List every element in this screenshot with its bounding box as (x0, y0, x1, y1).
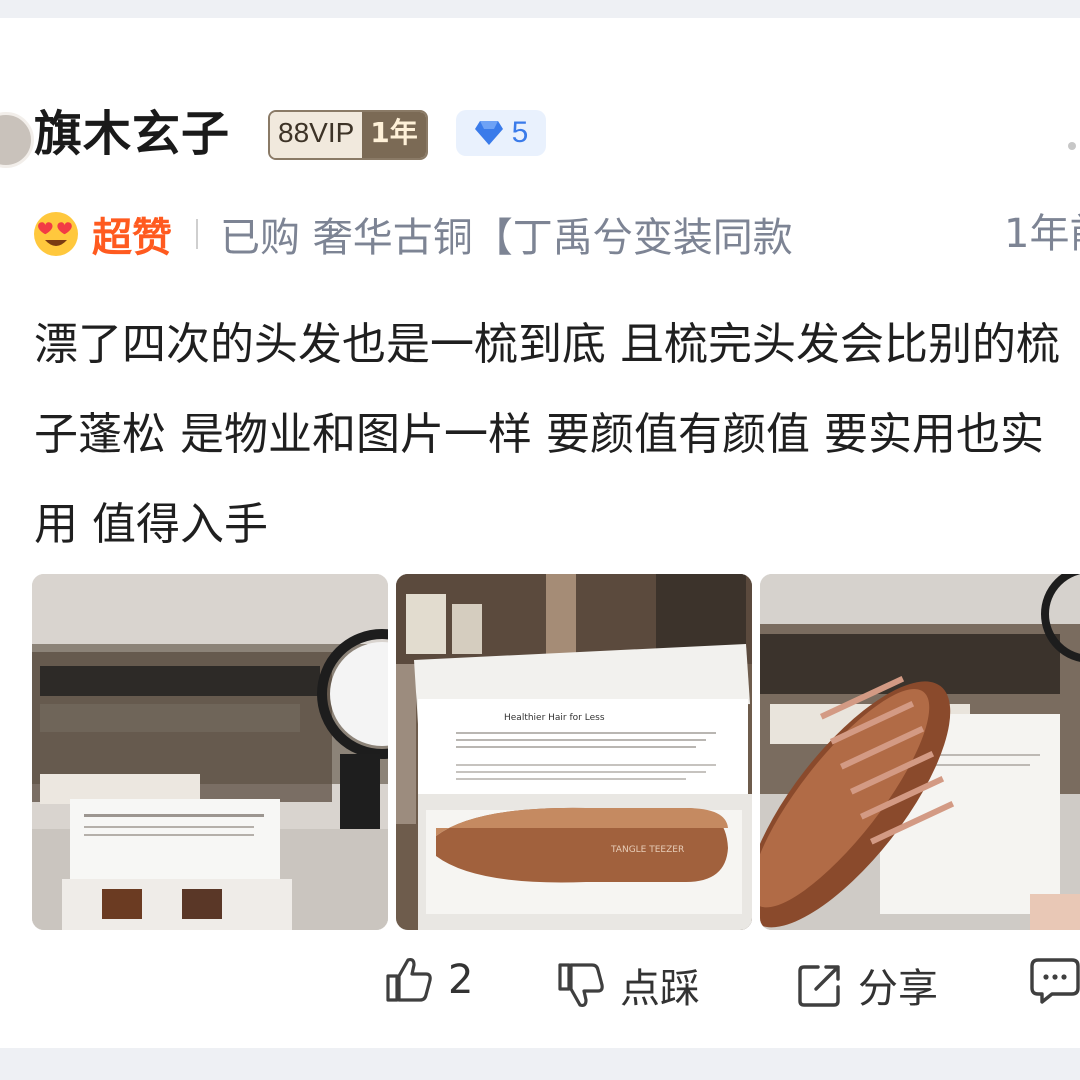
comment-button[interactable] (1030, 956, 1080, 1004)
like-count: 2 (448, 957, 474, 1003)
review-text: 漂了四次的头发也是一梳到底 且梳完头发会比别的梳子蓬松 是物业和图片一样 要颜值… (34, 319, 1060, 550)
vip-badge: 88VIP 1年 (268, 110, 428, 160)
photo-2-image: Healthier Hair for Less TANGLE TEEZER (396, 574, 752, 930)
review-meta: 超赞 已购 奢华古铜【丁禹兮变装同款 (32, 206, 1080, 262)
username[interactable]: 旗木玄子 (34, 104, 230, 164)
dislike-button[interactable]: 点踩 (556, 956, 700, 1014)
rating-label: 超赞 (92, 215, 172, 261)
dislike-label: 点踩 (620, 966, 700, 1012)
share-label: 分享 (858, 966, 938, 1012)
vip-label: 88VIP (270, 112, 363, 158)
share-button[interactable]: 分享 (796, 956, 938, 1014)
review-card: 旗木玄子 88VIP 1年 5 超赞 已购 奢华古铜【丁禹兮变装同款 1年前 漂… (0, 18, 1080, 1048)
thumbs-down-icon (558, 963, 604, 1008)
action-bar: 2 点踩 分享 (0, 956, 1080, 1016)
diamond-icon (474, 121, 503, 145)
review-photo-3[interactable] (760, 574, 1080, 930)
photo-1-image (32, 574, 388, 930)
divider (196, 219, 198, 249)
level-badge: 5 (456, 110, 546, 156)
review-time: 1年前 (1004, 211, 1080, 257)
purchase-info[interactable]: 已购 奢华古铜【丁禹兮变装同款 (220, 205, 793, 263)
photo-3-image (760, 574, 1080, 930)
avatar[interactable] (0, 112, 34, 168)
box-title: Healthier Hair for Less (504, 713, 605, 723)
vip-years: 1年 (362, 112, 426, 158)
brand-text: TANGLE TEEZER (610, 845, 684, 855)
review-photo-2[interactable]: Healthier Hair for Less TANGLE TEEZER (396, 574, 752, 930)
review-photo-1[interactable] (32, 574, 388, 930)
share-icon (798, 965, 840, 1007)
heart-eyes-emoji-icon (34, 212, 78, 256)
like-button[interactable]: 2 (384, 956, 473, 1004)
more-icon[interactable] (1068, 142, 1076, 150)
level-number: 5 (511, 116, 529, 149)
thumbs-up-icon (386, 957, 432, 1002)
comment-icon (1030, 958, 1080, 1004)
